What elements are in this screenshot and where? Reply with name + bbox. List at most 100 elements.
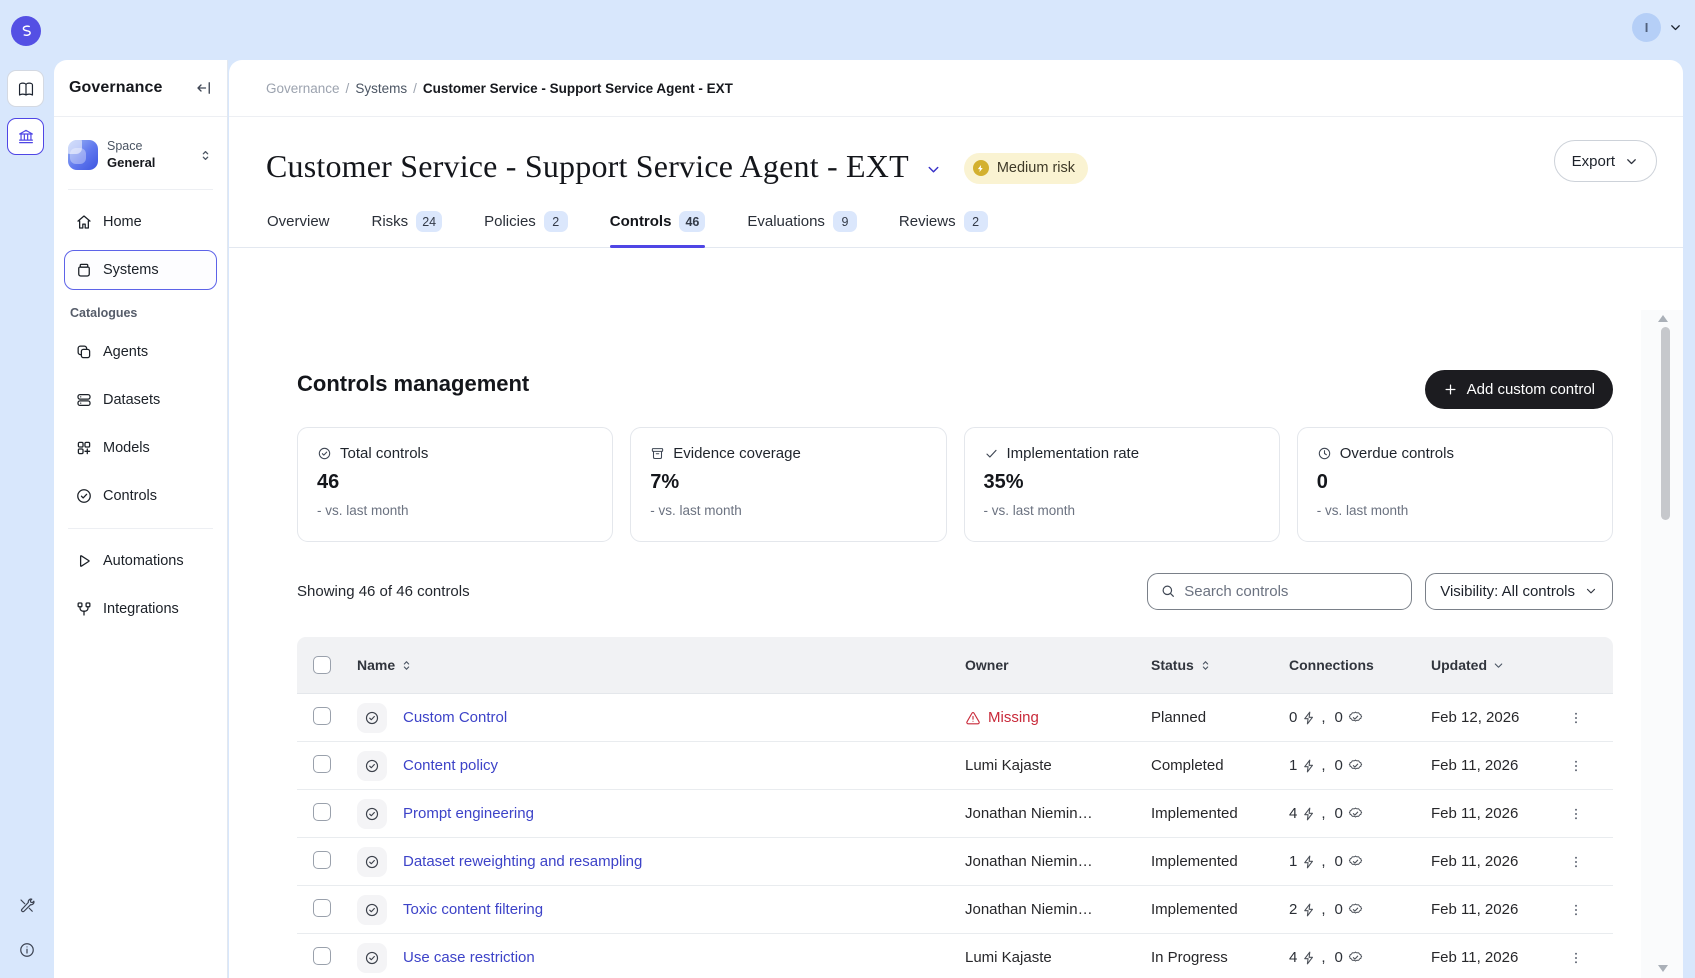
row-menu-button[interactable]	[1563, 849, 1589, 875]
table-row: Custom Control Missing Planned 0, 0 Feb …	[297, 694, 1613, 742]
connections-cell: 1, 0	[1289, 757, 1431, 774]
owner-cell: Missing	[965, 709, 1151, 726]
kebab-icon	[1568, 806, 1584, 822]
table-row: Prompt engineering Jonathan Niemin… Impl…	[297, 790, 1613, 838]
control-name-link[interactable]: Content policy	[403, 757, 498, 774]
column-status[interactable]: Status	[1151, 657, 1289, 673]
updated-cell: Feb 11, 2026	[1431, 949, 1563, 966]
kebab-icon	[1568, 950, 1584, 966]
nav-item-label: Systems	[103, 262, 159, 278]
tab-reviews[interactable]: Reviews 2	[899, 211, 988, 247]
rail-docs-button[interactable]	[7, 70, 44, 107]
stat-cards: Total controls 46 - vs. last month Evide…	[297, 427, 1613, 542]
column-connections: Connections	[1289, 657, 1431, 673]
sidebar-tools: Automations Integrations	[64, 541, 217, 629]
control-name-link[interactable]: Use case restriction	[403, 949, 535, 966]
sidebar-item-home[interactable]: Home	[64, 202, 217, 242]
column-name[interactable]: Name	[357, 657, 965, 673]
row-menu-button[interactable]	[1563, 945, 1589, 971]
sidebar-item-automations[interactable]: Automations	[64, 541, 217, 581]
control-type-icon	[357, 703, 387, 733]
control-type-icon	[357, 943, 387, 973]
page-title: Customer Service - Support Service Agent…	[266, 148, 909, 185]
column-updated[interactable]: Updated	[1431, 657, 1563, 673]
avatar[interactable]: I	[1632, 13, 1661, 42]
add-custom-control-button[interactable]: Add custom control	[1425, 370, 1613, 409]
merge-icon	[75, 600, 93, 618]
rail-tools-button[interactable]	[18, 897, 36, 920]
connections-cell: 4, 0	[1289, 949, 1431, 966]
breadcrumb-current: Customer Service - Support Service Agent…	[423, 81, 733, 96]
table-row: Dataset reweighting and resampling Jonat…	[297, 838, 1613, 886]
tools-icon	[18, 897, 36, 915]
row-checkbox[interactable]	[313, 851, 331, 869]
scroll-down-arrow[interactable]	[1658, 965, 1668, 972]
sidebar-item-controls[interactable]: Controls	[64, 476, 217, 516]
nav-item-label: Home	[103, 214, 142, 230]
control-name-link[interactable]: Custom Control	[403, 709, 507, 726]
sidebar-item-systems[interactable]: Systems	[64, 250, 217, 290]
row-menu-button[interactable]	[1563, 897, 1589, 923]
row-checkbox[interactable]	[313, 707, 331, 725]
row-checkbox[interactable]	[313, 803, 331, 821]
sidebar-item-integrations[interactable]: Integrations	[64, 589, 217, 629]
row-menu-button[interactable]	[1563, 801, 1589, 827]
control-name-link[interactable]: Dataset reweighting and resampling	[403, 853, 642, 870]
export-button[interactable]: Export	[1554, 140, 1657, 182]
status-cell: Completed	[1151, 757, 1289, 774]
connections-cell: 4, 0	[1289, 805, 1431, 822]
updated-cell: Feb 11, 2026	[1431, 853, 1563, 870]
bolt-icon	[1301, 710, 1317, 726]
user-menu[interactable]: I	[1632, 13, 1683, 42]
scroll-up-arrow[interactable]	[1658, 315, 1668, 322]
tab-overview[interactable]: Overview	[267, 211, 330, 247]
chevron-down-icon[interactable]	[1668, 20, 1683, 35]
row-checkbox[interactable]	[313, 755, 331, 773]
row-menu-button[interactable]	[1563, 705, 1589, 731]
breadcrumb-systems[interactable]: Systems	[355, 81, 407, 96]
tabs: Overview Risks 24 Policies 2 Controls 46…	[229, 211, 1683, 248]
breadcrumb: Governance / Systems / Customer Service …	[229, 60, 1683, 117]
app-rail	[0, 60, 54, 978]
owner-cell: Lumi Kajaste	[965, 949, 1151, 966]
tab-policies[interactable]: Policies 2	[484, 211, 568, 247]
visibility-filter-button[interactable]: Visibility: All controls	[1425, 573, 1613, 610]
owner-cell: Lumi Kajaste	[965, 757, 1151, 774]
select-all-checkbox[interactable]	[313, 656, 331, 674]
divider	[68, 189, 213, 190]
search-input[interactable]	[1184, 583, 1399, 600]
row-checkbox[interactable]	[313, 947, 331, 965]
stat-label: Overdue controls	[1340, 445, 1454, 462]
tab-count-badge: 2	[964, 211, 988, 232]
stat-label: Implementation rate	[1007, 445, 1140, 462]
breadcrumb-governance[interactable]: Governance	[266, 81, 340, 96]
updated-cell: Feb 11, 2026	[1431, 805, 1563, 822]
sidebar-item-datasets[interactable]: Datasets	[64, 380, 217, 420]
sidebar-item-models[interactable]: Models	[64, 428, 217, 468]
column-owner: Owner	[965, 657, 1151, 673]
row-menu-button[interactable]	[1563, 753, 1589, 779]
space-selector[interactable]: Space General	[64, 129, 217, 177]
risk-bolt-icon	[973, 160, 989, 176]
tab-evaluations[interactable]: Evaluations 9	[747, 211, 857, 247]
rail-governance-button[interactable]	[7, 118, 44, 155]
tab-risks[interactable]: Risks 24	[372, 211, 443, 247]
stat-label: Total controls	[340, 445, 428, 462]
rail-info-button[interactable]	[18, 941, 36, 964]
shield-check-icon	[1347, 805, 1364, 822]
app-logo[interactable]	[11, 16, 41, 46]
home-icon	[75, 213, 93, 231]
title-chevron-down-icon[interactable]	[925, 161, 942, 178]
sidebar-collapse-button[interactable]	[195, 79, 213, 97]
control-name-link[interactable]: Toxic content filtering	[403, 901, 543, 918]
tab-controls[interactable]: Controls 46	[610, 211, 706, 247]
space-label: Space	[107, 139, 189, 155]
controls-content: Controls management Add custom control T…	[229, 310, 1683, 978]
tab-count-badge: 2	[544, 211, 568, 232]
bolt-icon	[1301, 950, 1317, 966]
scrollbar-thumb[interactable]	[1661, 327, 1670, 520]
row-checkbox[interactable]	[313, 899, 331, 917]
search-controls[interactable]	[1147, 573, 1412, 610]
sidebar-item-agents[interactable]: Agents	[64, 332, 217, 372]
control-name-link[interactable]: Prompt engineering	[403, 805, 534, 822]
